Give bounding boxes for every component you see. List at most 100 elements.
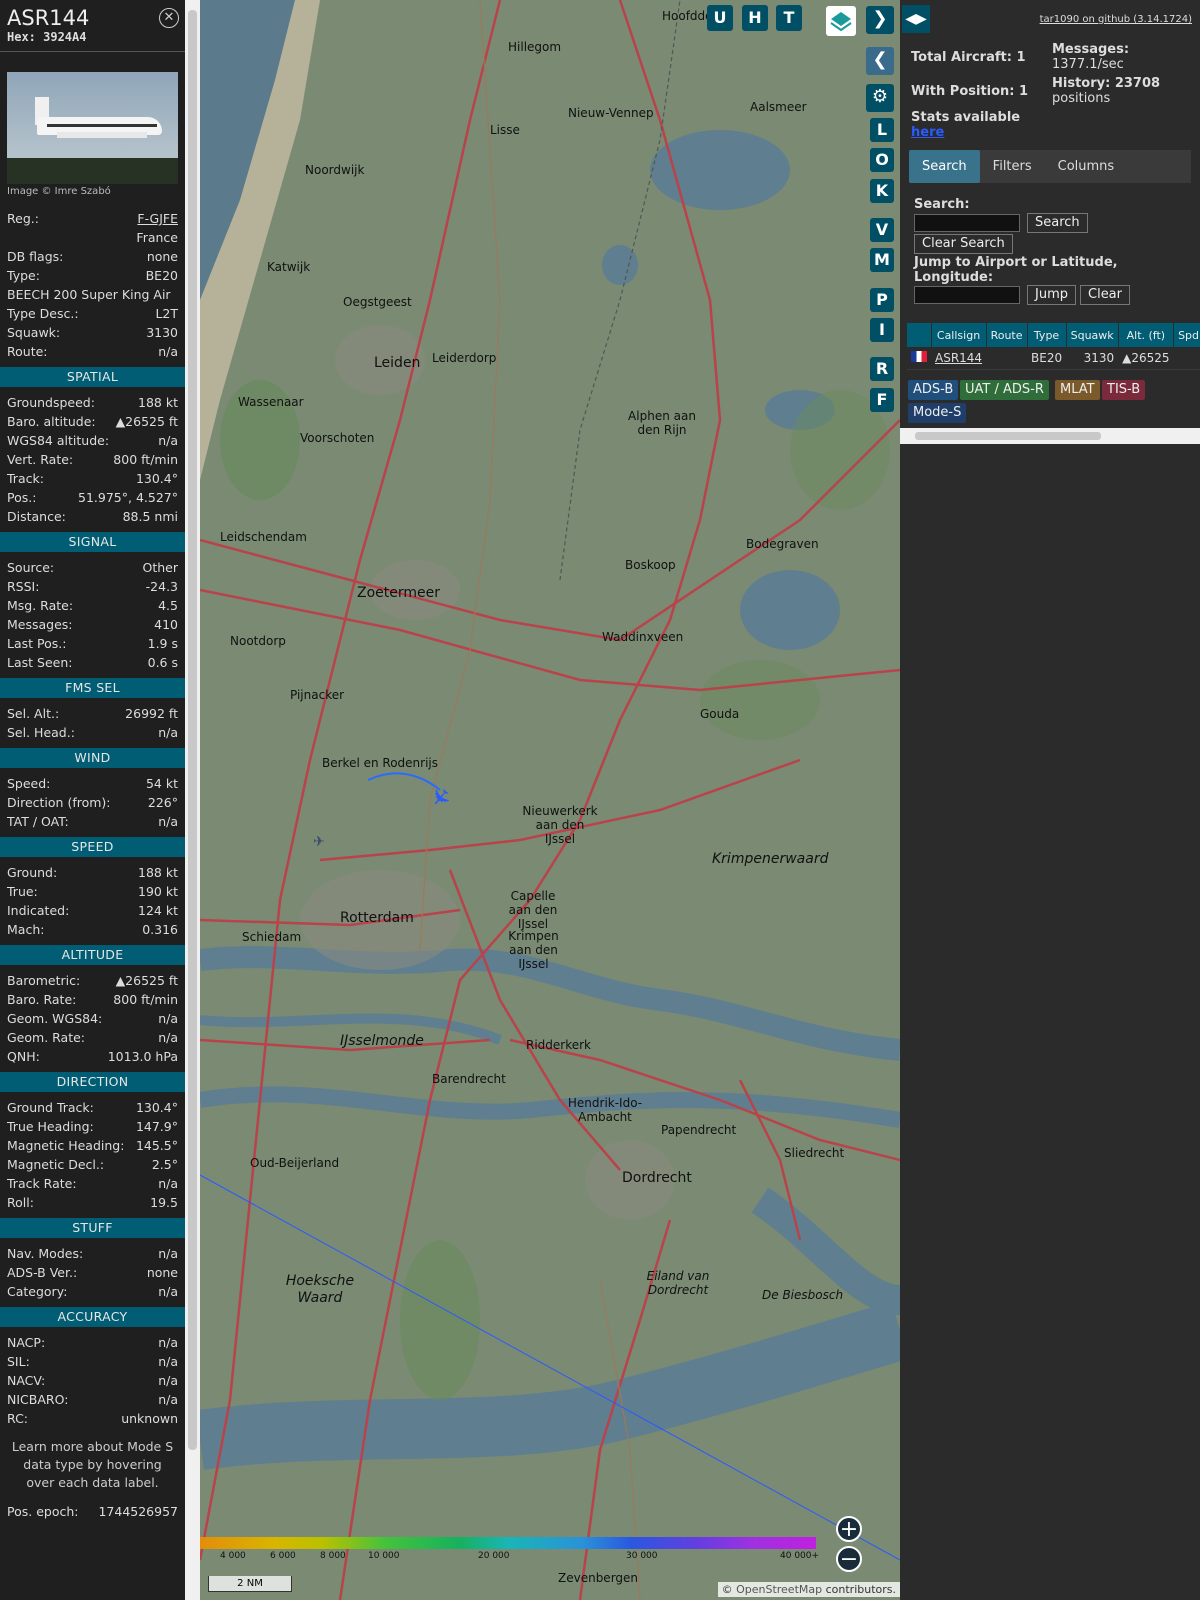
flag-icon (907, 347, 931, 370)
data-label[interactable]: Pos.: (7, 488, 36, 507)
tab-filters[interactable]: Filters (980, 150, 1045, 183)
clear-search-button[interactable]: Clear Search (914, 234, 1013, 254)
map-toggle-l[interactable]: L (870, 118, 894, 142)
map-button-u[interactable]: U (707, 5, 733, 31)
data-label[interactable]: Mach: (7, 920, 44, 939)
data-label[interactable]: Sel. Head.: (7, 723, 75, 742)
table-row[interactable]: ASR144 BE20 3130 ▲26525 (907, 347, 1200, 370)
table-horizontal-scrollbar[interactable] (900, 428, 1200, 444)
zoom-out-button[interactable]: − (836, 1546, 862, 1572)
search-input[interactable] (914, 214, 1020, 232)
search-button[interactable]: Search (1027, 213, 1088, 233)
aircraft-photo[interactable] (7, 72, 178, 184)
data-label[interactable]: Roll: (7, 1193, 34, 1212)
expand-panel-icon[interactable]: ❯ (866, 6, 894, 34)
data-label[interactable]: Baro. Rate: (7, 990, 76, 1009)
data-label[interactable]: QNH: (7, 1047, 40, 1066)
map-button-h[interactable]: H (742, 5, 768, 31)
registration-link[interactable]: F-GJFE (137, 209, 178, 228)
data-label[interactable]: RC: (7, 1409, 28, 1428)
data-label[interactable]: Magnetic Heading: (7, 1136, 124, 1155)
data-label[interactable]: True Heading: (7, 1117, 94, 1136)
col-callsign[interactable]: Callsign (931, 323, 987, 347)
settings-gear-icon[interactable]: ⚙ (866, 84, 894, 112)
map-toggle-v[interactable]: V (870, 218, 894, 242)
data-label[interactable]: Distance: (7, 507, 66, 526)
data-label[interactable]: Magnetic Decl.: (7, 1155, 104, 1174)
col-altitude[interactable]: Alt. (ft) (1118, 323, 1175, 347)
data-label[interactable]: Category: (7, 1282, 67, 1301)
data-value: n/a (158, 433, 178, 448)
collapse-sidebar-icon[interactable]: ❮ (866, 47, 894, 75)
detail-value: 3130 (146, 325, 178, 340)
map-toggle-k[interactable]: K (870, 179, 894, 203)
data-label[interactable]: Direction (from): (7, 793, 111, 812)
data-label[interactable]: Msg. Rate: (7, 596, 73, 615)
data-value: 26992 ft (125, 706, 178, 721)
jump-button[interactable]: Jump (1027, 285, 1076, 305)
col-type[interactable]: Type (1027, 323, 1067, 347)
data-label[interactable]: Track Rate: (7, 1174, 77, 1193)
data-label[interactable]: NACP: (7, 1333, 45, 1352)
jump-input[interactable] (914, 286, 1020, 304)
data-label[interactable]: NACV: (7, 1371, 45, 1390)
layers-icon[interactable] (826, 6, 856, 36)
data-label[interactable]: Ground Track: (7, 1098, 94, 1117)
tab-columns[interactable]: Columns (1045, 150, 1128, 183)
tab-search[interactable]: Search (909, 150, 980, 183)
aircraft-header: ASR144 Hex: 3924A4 ✕ (0, 0, 185, 52)
place-label: Leiderdorp (432, 351, 497, 365)
col-route[interactable]: Route (986, 323, 1028, 347)
data-label[interactable]: Vert. Rate: (7, 450, 73, 469)
col-speed[interactable]: Spd (1173, 323, 1200, 347)
stats-here-link[interactable]: here (911, 125, 944, 140)
data-label[interactable]: WGS84 altitude: (7, 431, 109, 450)
data-label[interactable]: Last Seen: (7, 653, 72, 672)
map-toggle-o[interactable]: O (870, 148, 894, 172)
data-row: Category: n/a (0, 1282, 185, 1301)
data-label[interactable]: Nav. Modes: (7, 1244, 83, 1263)
zoom-in-button[interactable]: + (836, 1516, 862, 1542)
data-value: n/a (158, 814, 178, 829)
data-label[interactable]: Barometric: (7, 971, 80, 990)
data-label[interactable]: SIL: (7, 1352, 30, 1371)
data-label[interactable]: Sel. Alt.: (7, 704, 59, 723)
data-label[interactable]: ADS-B Ver.: (7, 1263, 77, 1282)
map-toggle-i[interactable]: I (870, 318, 894, 342)
data-label[interactable]: Indicated: (7, 901, 69, 920)
svg-text:✈: ✈ (313, 834, 325, 850)
data-label[interactable]: Speed: (7, 774, 50, 793)
data-label[interactable]: Track: (7, 469, 44, 488)
data-label[interactable]: Geom. WGS84: (7, 1009, 102, 1028)
data-label[interactable]: TAT / OAT: (7, 812, 69, 831)
close-icon[interactable]: ✕ (159, 8, 179, 28)
data-label[interactable]: Last Pos.: (7, 634, 66, 653)
data-label[interactable]: Baro. altitude: (7, 412, 96, 431)
data-label[interactable]: True: (7, 882, 38, 901)
data-label[interactable]: RSSI: (7, 577, 39, 596)
osm-link[interactable]: OpenStreetMap (736, 1583, 822, 1596)
data-row: Vert. Rate: 800 ft/min (0, 450, 185, 469)
map-button-t[interactable]: T (776, 5, 802, 31)
data-label[interactable]: Messages: (7, 615, 73, 634)
stats-link[interactable]: here (911, 125, 944, 140)
map-toggle-f[interactable]: F (870, 388, 894, 412)
data-label[interactable]: Groundspeed: (7, 393, 95, 412)
data-label[interactable]: Source: (7, 558, 54, 577)
place-label: Nieuw-Vennep (568, 106, 654, 120)
sidebar-scrollbar[interactable] (185, 0, 200, 1600)
map-toggle-r[interactable]: R (870, 357, 894, 381)
github-link[interactable]: tar1090 on github (3.14.1724) (1040, 14, 1192, 25)
clear-button[interactable]: Clear (1080, 285, 1130, 305)
map-toggle-m[interactable]: M (870, 248, 894, 272)
col-squawk[interactable]: Squawk (1066, 323, 1119, 347)
toggle-layout-icon[interactable]: ◀▶ (902, 5, 930, 33)
data-value: 226° (147, 795, 178, 810)
map-toggle-p[interactable]: P (870, 288, 894, 312)
photo-credit: Image © Imre Szabó (7, 186, 111, 197)
data-label[interactable]: Ground: (7, 863, 57, 882)
map-view[interactable]: ✈ ✈ Hillegom Hoofddorp Nieuw-Vennep Aals… (200, 0, 900, 1600)
data-label[interactable]: Geom. Rate: (7, 1028, 85, 1047)
cell-callsign[interactable]: ASR144 (931, 347, 987, 370)
data-label[interactable]: NICBARO: (7, 1390, 68, 1409)
